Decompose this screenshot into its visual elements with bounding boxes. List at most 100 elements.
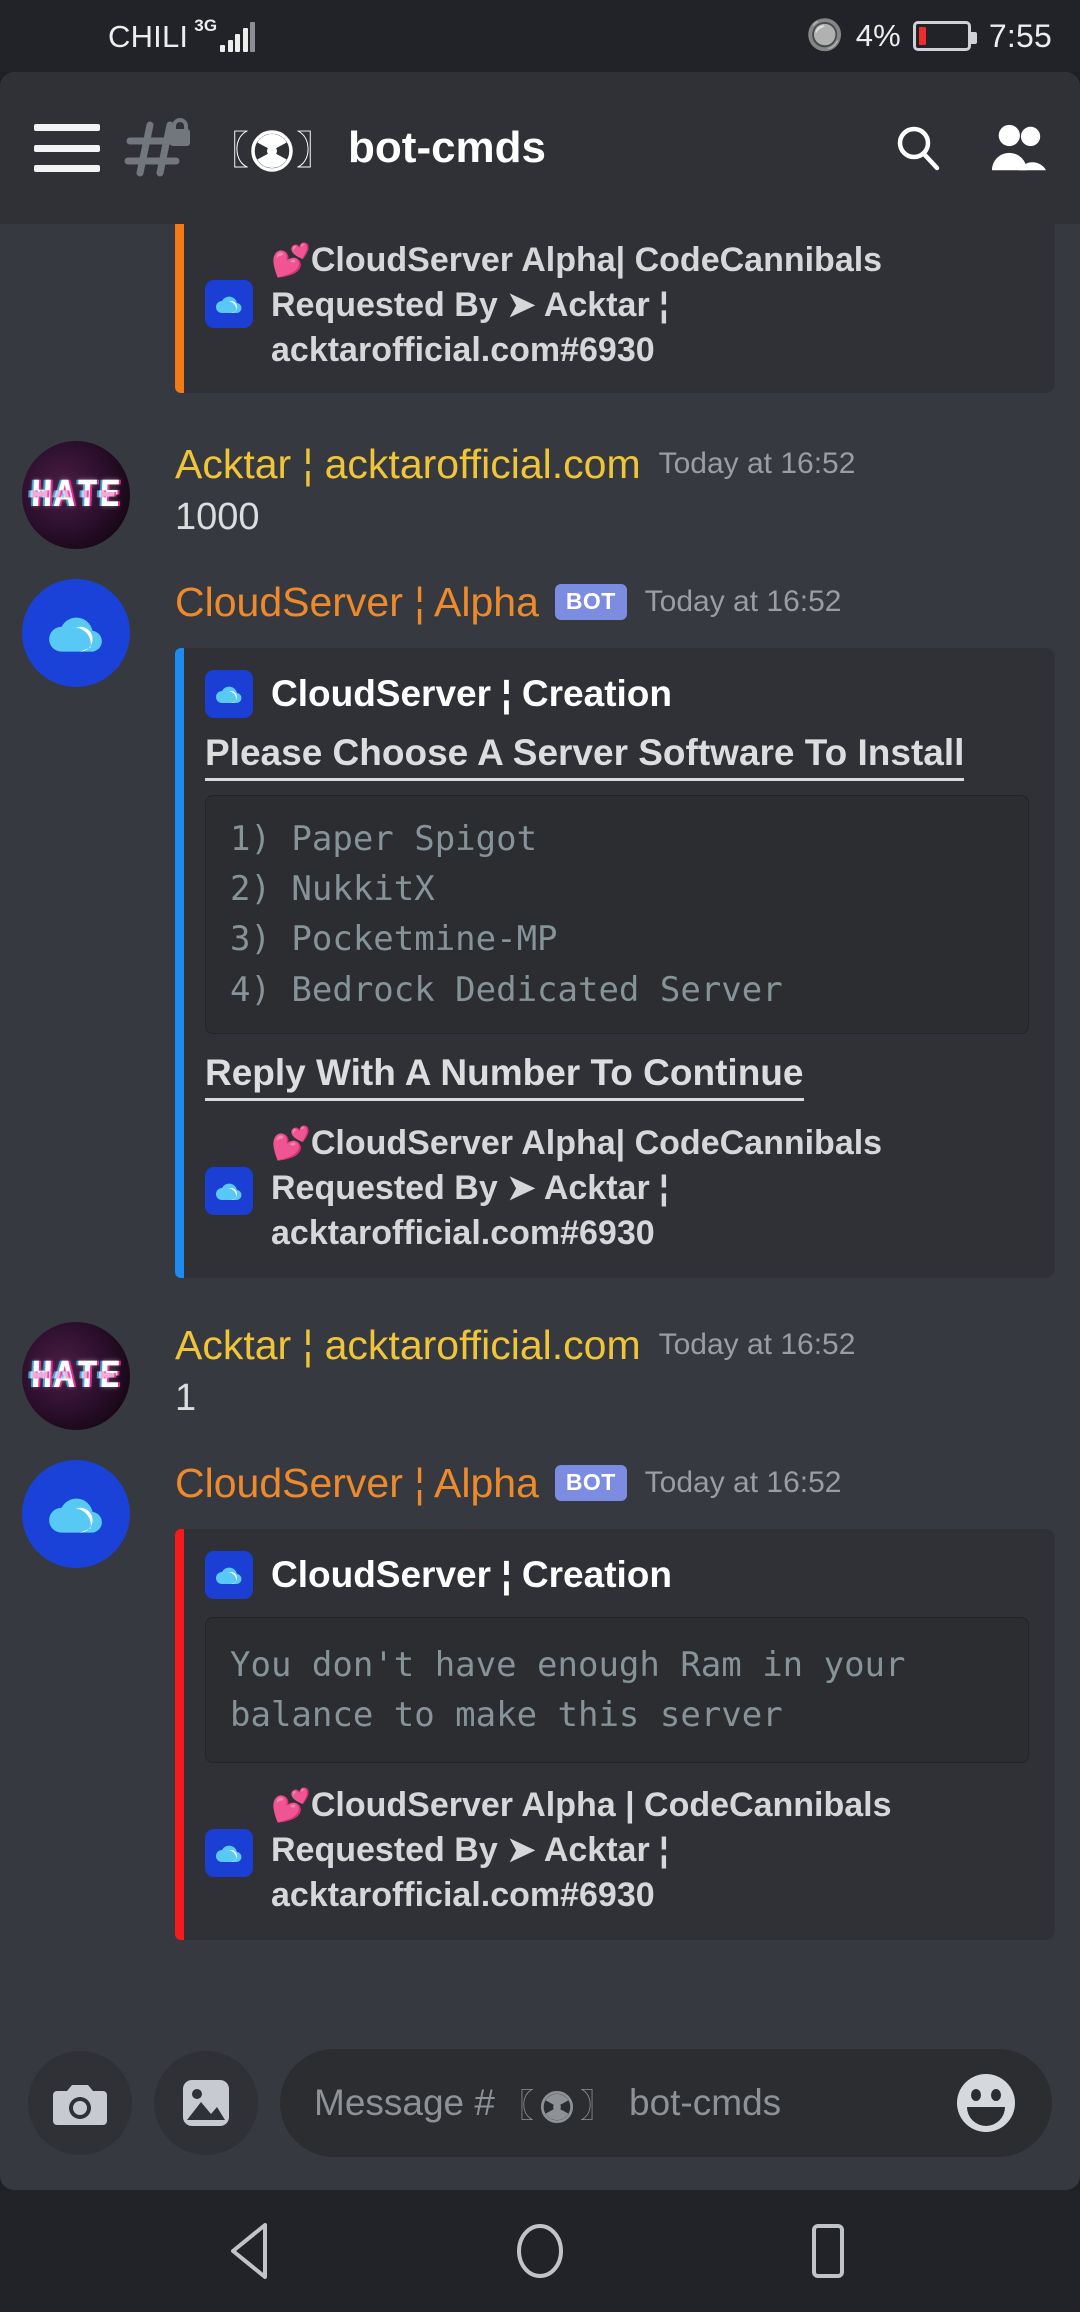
footer-line-2: Requested By ➤ Acktar ¦	[271, 285, 669, 324]
status-bar-left: CHILI 3G	[28, 17, 256, 54]
embed-card: 💕CloudServer Alpha| CodeCannibals Reques…	[175, 224, 1055, 393]
search-icon[interactable]	[890, 120, 946, 176]
emoji-icon[interactable]	[954, 2071, 1018, 2135]
footer-line-3: acktarofficial.com#6930	[271, 1875, 655, 1914]
network-indicator: 3G	[194, 17, 256, 52]
embed-card: CloudServer ¦ Creation Please Choose A S…	[175, 647, 1055, 1278]
message-list[interactable]: 💕CloudServer Alpha| CodeCannibals Reques…	[0, 224, 1080, 2016]
embed-codeblock: You don't have enough Ram in your balanc…	[205, 1616, 1029, 1764]
bracket-close-glyph: 〗	[296, 130, 335, 173]
footer-line-1: CloudServer Alpha| CodeCannibals	[310, 241, 883, 279]
battery-icon	[912, 21, 977, 51]
message-bot: CloudServer ¦ Alpha BOT Today at 16:52 C…	[0, 578, 1080, 1278]
cloudserver-icon	[205, 1829, 253, 1878]
locked-channel-icon	[124, 117, 194, 179]
message-embed-partial: 💕CloudServer Alpha| CodeCannibals Reques…	[0, 224, 1080, 393]
hamburger-menu-icon[interactable]	[34, 124, 100, 172]
embed-author: CloudServer ¦ Creation	[205, 1550, 1029, 1599]
timestamp: Today at 16:52	[644, 585, 842, 619]
placeholder-bracket-open: 〖	[501, 2087, 534, 2124]
cloudserver-icon	[205, 669, 253, 718]
embed-card: CloudServer ¦ Creation You don't have en…	[175, 1528, 1055, 1941]
embed-footer-text: 💕CloudServer Alpha | CodeCannibals Reque…	[271, 1783, 892, 1918]
heart-emoji: 💕	[271, 1124, 311, 1161]
recents-square-icon[interactable]	[783, 2206, 873, 2296]
embed-author-name: CloudServer ¦ Creation	[271, 672, 673, 714]
timestamp: Today at 16:52	[658, 447, 856, 481]
status-bar-right: 🔘 4% 7:55	[806, 18, 1052, 55]
message-header: CloudServer ¦ Alpha BOT Today at 16:52	[0, 1460, 1080, 1507]
avatar-label: HATE	[30, 474, 122, 515]
channel-header: 〖 〗 bot-cmds	[0, 72, 1080, 224]
footer-line-3: acktarofficial.com#6930	[271, 1213, 655, 1252]
message-header: Acktar ¦ acktarofficial.com Today at 16:…	[0, 1322, 1080, 1369]
network-type-label: 3G	[194, 15, 218, 35]
cloud-avatar-icon	[49, 1498, 102, 1533]
battery-percent-label: 4%	[855, 18, 901, 53]
home-circle-icon[interactable]	[495, 2206, 585, 2296]
timestamp: Today at 16:52	[658, 1328, 856, 1361]
embed-description-secondary: Reply With A Number To Continue	[205, 1052, 804, 1101]
message-user: HATE Acktar ¦ acktarofficial.com Today a…	[0, 440, 1080, 549]
page-title: 〖 〗 bot-cmds	[210, 120, 890, 176]
radiation-icon	[540, 2090, 574, 2124]
bluetooth-icon: 🔘	[806, 19, 844, 52]
placeholder-prefix: Message #	[314, 2082, 495, 2123]
cloud-avatar-icon	[49, 617, 102, 652]
embed-footer-text: 💕CloudServer Alpha| CodeCannibals Reques…	[271, 1121, 882, 1256]
avatar[interactable]	[22, 578, 130, 687]
placeholder-channel: bot-cmds	[629, 2082, 782, 2123]
heart-emoji: 💕	[271, 242, 311, 278]
android-navigation-bar	[0, 2190, 1080, 2312]
embed-author: CloudServer ¦ Creation	[205, 669, 1029, 718]
embed-footer: 💕CloudServer Alpha| CodeCannibals Reques…	[205, 238, 1029, 373]
username[interactable]: Acktar ¦ acktarofficial.com	[175, 441, 641, 488]
footer-line-1: CloudServer Alpha| CodeCannibals	[310, 1123, 883, 1162]
message-user: HATE Acktar ¦ acktarofficial.com Today a…	[0, 1321, 1080, 1430]
cloudserver-icon	[205, 1166, 253, 1215]
avatar[interactable]: HATE	[22, 1321, 130, 1430]
username[interactable]: Acktar ¦ acktarofficial.com	[175, 1322, 641, 1369]
embed-footer: 💕CloudServer Alpha| CodeCannibals Reques…	[205, 1121, 1029, 1256]
message-input-placeholder: Message # 〖 〗 bot-cmds	[314, 2079, 781, 2127]
timestamp: Today at 16:52	[644, 1466, 842, 1499]
message-bot: CloudServer ¦ Alpha BOT Today at 16:52 C…	[0, 1459, 1080, 1941]
message-header: CloudServer ¦ Alpha BOT Today at 16:52	[0, 579, 1080, 626]
message-content: 1000	[175, 495, 260, 538]
gallery-icon[interactable]	[154, 2051, 258, 2155]
embed-description: Please Choose A Server Software To Insta…	[205, 732, 965, 781]
avatar[interactable]: HATE	[22, 440, 130, 549]
footer-line-2: Requested By ➤ Acktar ¦	[271, 1831, 669, 1869]
cloudserver-icon	[205, 1550, 253, 1599]
username[interactable]: CloudServer ¦ Alpha	[175, 579, 539, 626]
footer-line-1: CloudServer Alpha | CodeCannibals	[310, 1786, 892, 1825]
placeholder-bracket-close: 〗	[580, 2087, 613, 2124]
header-actions	[890, 120, 1046, 176]
username[interactable]: CloudServer ¦ Alpha	[175, 1460, 539, 1507]
clock-label: 7:55	[988, 17, 1052, 54]
radiation-icon	[250, 129, 294, 173]
avatar[interactable]	[22, 1459, 130, 1568]
carrier-label: CHILI	[108, 18, 189, 54]
footer-line-3: acktarofficial.com#6930	[271, 330, 655, 369]
members-icon[interactable]	[990, 120, 1046, 176]
message-input[interactable]: Message # 〖 〗 bot-cmds	[280, 2049, 1052, 2157]
bracket-open-glyph: 〖	[210, 130, 249, 173]
embed-footer-text: 💕CloudServer Alpha| CodeCannibals Reques…	[271, 238, 882, 373]
cloudserver-icon	[205, 280, 253, 328]
heart-emoji: 💕	[271, 1787, 311, 1824]
embed-footer: 💕CloudServer Alpha | CodeCannibals Reque…	[205, 1783, 1029, 1918]
camera-icon[interactable]	[28, 2051, 132, 2155]
channel-name-label: bot-cmds	[348, 123, 547, 172]
status-bar: CHILI 3G 🔘 4% 7:55	[0, 0, 1080, 72]
phone-screen: CHILI 3G 🔘 4% 7:55 〖 〗 bot-cmds 💕CloudSe…	[0, 0, 1080, 2312]
footer-line-2: Requested By ➤ Acktar ¦	[271, 1168, 669, 1207]
message-header: Acktar ¦ acktarofficial.com Today at 16:…	[0, 441, 1080, 488]
embed-codeblock: 1) Paper Spigot 2) NukkitX 3) Pocketmine…	[205, 794, 1029, 1034]
signal-bars-icon	[220, 21, 256, 52]
bot-badge: BOT	[554, 1465, 627, 1501]
message-composer: Message # 〖 〗 bot-cmds	[0, 2016, 1080, 2190]
bot-badge: BOT	[554, 584, 627, 621]
embed-author-name: CloudServer ¦ Creation	[271, 1553, 673, 1595]
back-triangle-icon[interactable]	[207, 2206, 297, 2296]
